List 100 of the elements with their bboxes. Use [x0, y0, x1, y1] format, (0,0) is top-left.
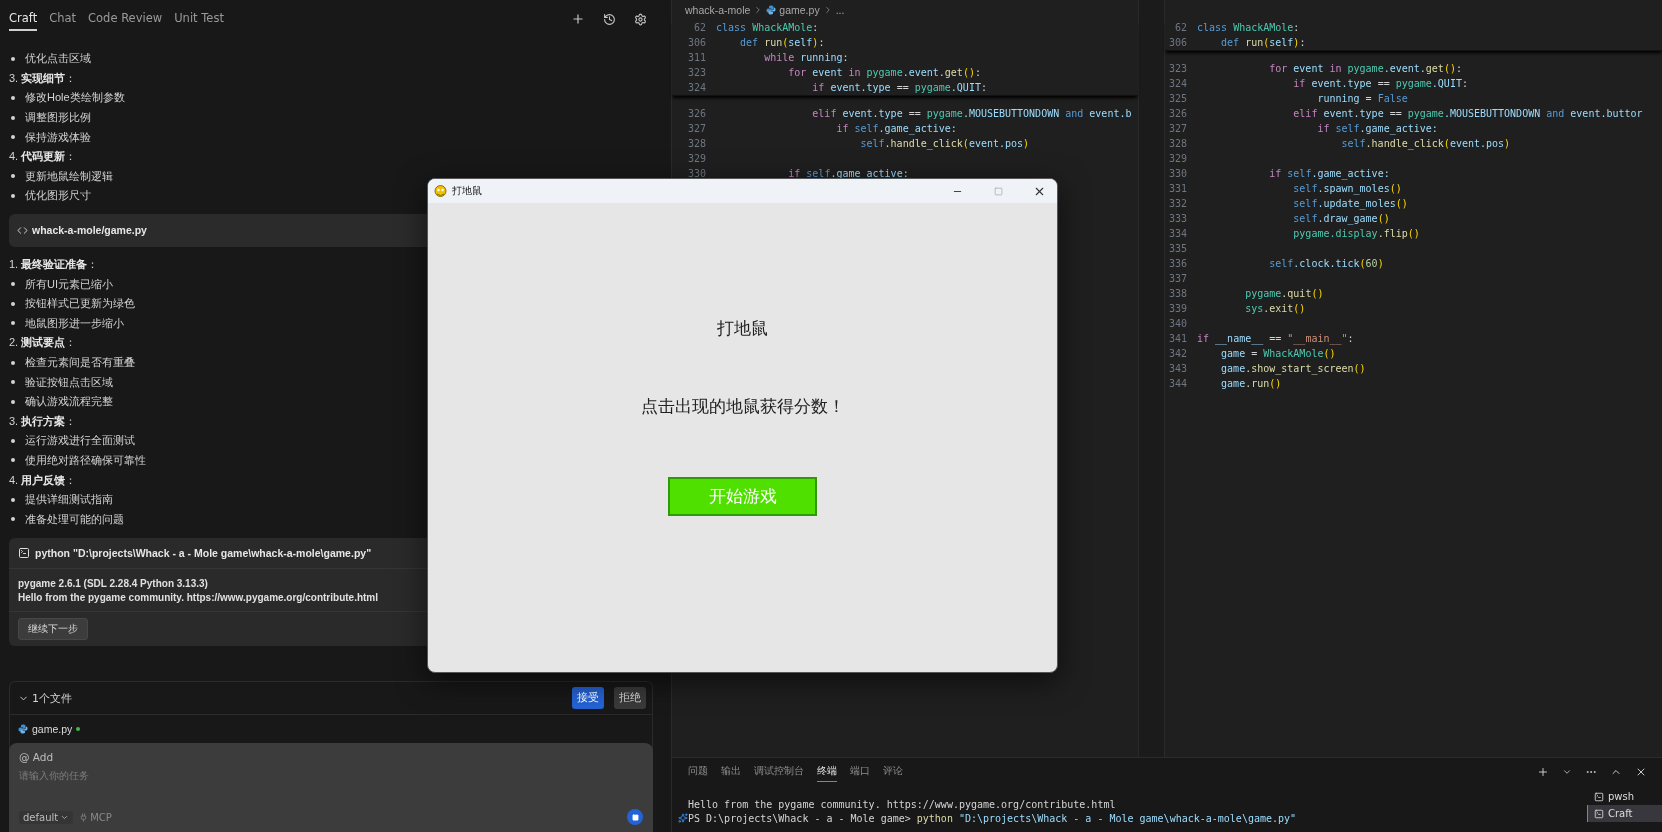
files-toggle[interactable]: 1个文件 — [18, 690, 72, 706]
code-line: self.clock.tick(60) — [1268, 258, 1384, 269]
panel-tab[interactable]: 端口 — [850, 762, 870, 782]
panel-tab[interactable]: Unit Test — [174, 7, 224, 31]
line-number: 306 — [1167, 37, 1188, 48]
list-item: 修改Hole类绘制参数 — [25, 90, 125, 106]
terminal-session[interactable]: Craft — [1587, 805, 1662, 822]
stop-icon — [631, 813, 639, 821]
code-line: if __name__ == "__main__": — [1197, 333, 1354, 344]
code-line: game.run() — [1220, 378, 1282, 389]
reject-button[interactable]: 拒绝 — [614, 687, 646, 710]
line-number: 342 — [1167, 348, 1188, 359]
add-icon[interactable] — [1537, 766, 1549, 778]
line-number: 338 — [1167, 288, 1188, 299]
code-line: game = WhackAMole() — [1220, 348, 1336, 359]
panel-tab[interactable]: 评论 — [883, 762, 903, 782]
output-line: pygame 2.6.1 (SDL 2.28.4 Python 3.13.3) — [18, 577, 209, 591]
terminal-icon — [18, 547, 30, 560]
list-item: 提供详细测试指南 — [25, 492, 113, 508]
line-number: 341 — [1167, 333, 1188, 344]
list-heading: 3. 执行方案： — [9, 413, 77, 429]
line-number: 337 — [1167, 273, 1188, 284]
bullet-icon — [11, 399, 15, 404]
output-line: Hello from the pygame community. https://www.pygame.org/contribute.html — [18, 591, 380, 605]
line-number: 328 — [1167, 138, 1188, 149]
line-number: 323 — [1167, 63, 1188, 74]
bullet-icon — [11, 438, 15, 443]
stop-button[interactable] — [627, 809, 643, 826]
list-heading: 4. 用户反馈： — [9, 472, 77, 488]
code-line: game.show_start_screen() — [1220, 363, 1366, 374]
list-item: 验证按钮点击区域 — [25, 374, 113, 390]
breadcrumb-item[interactable]: ... — [835, 4, 845, 16]
game-instructions: 点击出现的地鼠获得分数！ — [640, 396, 845, 418]
code-line: pygame.quit() — [1244, 288, 1324, 299]
code-icon — [17, 224, 28, 236]
line-number: 311 — [686, 52, 707, 63]
history-icon[interactable] — [603, 12, 616, 26]
line-number: 330 — [686, 168, 707, 179]
code-line: if self.game_active: — [1316, 123, 1438, 134]
add-icon[interactable] — [571, 12, 585, 26]
panel-tab[interactable]: Code Review — [88, 7, 163, 31]
line-number: 329 — [1167, 153, 1188, 164]
close-icon[interactable] — [1635, 766, 1647, 778]
list-item: 所有UI元素已缩小 — [25, 276, 113, 292]
breadcrumb-item[interactable]: game.py — [779, 4, 820, 16]
line-number: 335 — [1167, 243, 1188, 254]
continue-button[interactable]: 继续下一步 — [18, 618, 88, 641]
bullet-icon — [11, 193, 15, 198]
line-number: 336 — [1167, 258, 1188, 269]
list-item: 地鼠图形进一步缩小 — [25, 315, 124, 331]
panel-tab[interactable]: Chat — [49, 7, 77, 31]
bullet-icon — [11, 380, 15, 385]
accept-button[interactable]: 接受 — [572, 687, 604, 710]
list-item: 按钮样式已更新为绿色 — [25, 296, 135, 312]
bullet-icon — [11, 96, 15, 100]
bullet-icon — [11, 282, 15, 287]
line-number: 306 — [686, 37, 707, 48]
terminal-icon — [1594, 808, 1604, 819]
code-line: if event.type == pygame.QUIT: — [811, 82, 987, 93]
line-number: 326 — [686, 108, 707, 119]
code-line: def run(self): — [1220, 37, 1306, 48]
add-context-button[interactable]: @ Add — [19, 751, 54, 764]
code-line: pygame.display.flip() — [1292, 228, 1420, 239]
app-icon — [434, 184, 447, 198]
list-item: 使用绝对路径确保可靠性 — [25, 453, 146, 468]
file-type-icon — [18, 724, 28, 735]
line-number: 62 — [692, 22, 707, 33]
window-title: 打地鼠 — [452, 184, 482, 198]
list-heading: 3. 实现细节： — [9, 70, 77, 86]
sparkle-icon — [678, 813, 688, 823]
panel-tab[interactable]: Craft — [9, 7, 38, 31]
code-line: def run(self): — [739, 37, 825, 48]
chevron-down-icon[interactable] — [1562, 767, 1572, 777]
code-line: elif event.type == pygame.MOUSEBUTTONDOWN and event.b — [811, 108, 1132, 119]
panel-tab[interactable]: 问题 — [688, 762, 708, 782]
bullet-icon — [11, 56, 15, 61]
plug-icon — [79, 812, 89, 822]
line-number: 333 — [1167, 213, 1188, 224]
line-number: 339 — [1167, 303, 1188, 314]
list-heading: 1. 最终验证准备： — [9, 257, 99, 273]
terminal-session[interactable]: pwsh — [1587, 788, 1662, 805]
file-name[interactable]: game.py — [32, 723, 73, 736]
code-line: self.spawn_moles() — [1292, 183, 1402, 194]
line-number: 324 — [1167, 78, 1188, 89]
list-item: 检查元素间是否有重叠 — [25, 355, 135, 370]
panel-tab[interactable]: 输出 — [721, 762, 741, 782]
panel-tab[interactable]: 调试控制台 — [754, 762, 804, 782]
bullet-icon — [11, 301, 15, 306]
line-number: 328 — [686, 138, 707, 149]
settings-icon[interactable] — [634, 12, 647, 26]
mode-dropdown[interactable]: default — [19, 810, 74, 824]
code-line: while running: — [763, 52, 849, 63]
file-type-icon — [766, 5, 777, 15]
breadcrumb-item[interactable]: whack-a-mole — [685, 4, 751, 16]
line-number: 62 — [1173, 22, 1188, 33]
panel-tab[interactable]: 终端 — [817, 762, 837, 782]
code-line: self.draw_game() — [1292, 213, 1390, 224]
line-number: 331 — [1167, 183, 1188, 194]
code-line: if event.type == pygame.QUIT: — [1292, 78, 1468, 89]
line-number: 334 — [1167, 228, 1188, 239]
